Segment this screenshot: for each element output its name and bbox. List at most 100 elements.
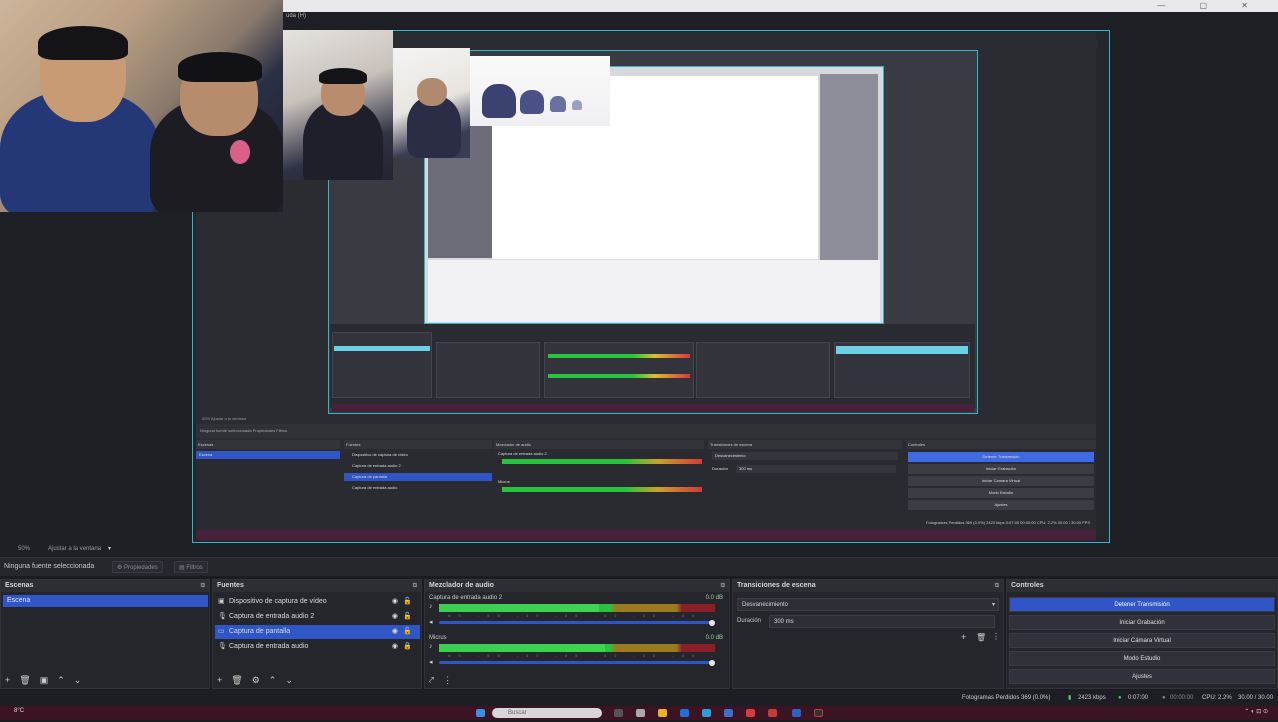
dock-menu-icon[interactable]: ⧉ (995, 580, 999, 592)
nested-source-row: Captura de entrada audio (352, 485, 398, 490)
source-item[interactable]: 🎙 Captura de entrada audio ◉ 🔒 (215, 640, 420, 654)
gear-icon[interactable]: ⚙ (252, 675, 260, 685)
duration-field[interactable]: 300 ms (769, 615, 995, 628)
add-icon[interactable]: + (961, 632, 966, 642)
scene-item[interactable]: Escena (3, 595, 208, 607)
nested-settings: Ajustes (908, 500, 1094, 510)
app-icon[interactable] (724, 709, 733, 717)
chrome-icon[interactable] (746, 709, 755, 717)
system-tray[interactable]: ⌃ ◐ ⊡ ⊙ (1244, 708, 1268, 715)
start-virtual-camera-button[interactable]: Iniciar Cámara Virtual (1009, 633, 1275, 648)
nested-studio-mode: Modo Estudio (908, 488, 1094, 498)
nested-mixer-channel: Micrus (498, 479, 510, 484)
dock-menu-icon[interactable]: ⧉ (201, 580, 205, 592)
unlock-icon[interactable]: 🔓 (403, 610, 412, 624)
unlock-icon[interactable]: 🔓 (403, 625, 412, 639)
speaker-icon[interactable]: ♪ (429, 643, 433, 650)
fit-to-window-button[interactable]: Ajustar a la ventana (48, 543, 101, 555)
folder-icon[interactable] (658, 709, 667, 717)
nested-transition-select: Desvanecimiento (712, 452, 898, 460)
eye-icon[interactable]: ◉ (392, 640, 398, 654)
scenes-header: Escenas ⧉ (1, 580, 209, 592)
source-item[interactable]: ▣ Dispositivo de captura de vídeo ◉ 🔓 (215, 595, 420, 609)
scenes-title: Escenas (5, 582, 34, 589)
mute-icon[interactable]: ◂ (429, 618, 433, 626)
transition-select[interactable]: Desvanecimiento ▾ (737, 598, 999, 611)
file-icon[interactable] (636, 709, 645, 717)
volume-meter (439, 644, 715, 652)
duration-label: Duración (737, 618, 762, 624)
source-item[interactable]: 🎙 Captura de entrada audio 2 ◉ 🔓 (215, 610, 420, 624)
chevron-down-icon[interactable]: ▾ (108, 543, 111, 555)
store-icon[interactable] (680, 709, 689, 717)
word-icon[interactable] (792, 709, 801, 717)
source-label: Captura de entrada audio 2 (229, 613, 315, 620)
edge-icon[interactable] (702, 709, 711, 717)
settings-button[interactable]: Ajustes (1009, 669, 1275, 684)
unlock-icon[interactable]: 🔓 (403, 595, 412, 609)
more-icon[interactable]: ⋮ (992, 632, 1000, 641)
volume-slider[interactable] (439, 659, 715, 666)
window-title: uda (H) (286, 13, 307, 19)
windows-taskbar: 8°C Buscar ⌃ ◐ ⊡ ⊙ (0, 706, 1278, 720)
windows-start-icon[interactable] (476, 709, 485, 717)
nested-status-bar: Fotogramas Perdidos 369 (0.0%) 2423 kbps… (926, 520, 1090, 525)
add-icon[interactable]: + (5, 675, 10, 685)
eye-icon[interactable]: ◉ (392, 625, 398, 639)
link-icon[interactable]: ⤤ (429, 675, 434, 685)
add-icon[interactable]: + (217, 675, 222, 685)
nested-source-row: Captura de entrada audio 2 (352, 463, 401, 468)
source-item-selected[interactable]: ▭ Captura de pantalla ◉ 🔓 (215, 625, 420, 639)
nested-side-region (820, 74, 878, 260)
chevron-up-icon[interactable]: ⌃ (269, 675, 277, 685)
nested-properties-bar: Ninguna fuente seleccionada Propiedades … (196, 424, 1096, 438)
taskbar-search[interactable]: Buscar (492, 708, 602, 718)
trash-icon[interactable]: 🗑 (231, 675, 242, 685)
properties-button[interactable]: ⚙ Propiedades (112, 561, 163, 573)
lock-icon[interactable]: 🔒 (403, 640, 412, 654)
nested-docks-level2 (330, 324, 975, 408)
nested-controls-header: Controles (906, 440, 1096, 449)
speaker-icon[interactable]: ♪ (429, 603, 433, 610)
window-controls[interactable]: — ▢ ✕ (1157, 1, 1264, 10)
webcam-recursive-1 (283, 30, 393, 180)
transitions-title: Transiciones de escena (737, 582, 816, 589)
chevron-up-icon[interactable]: ⌃ (57, 675, 65, 685)
source-label: Captura de entrada audio (229, 643, 309, 650)
eye-icon[interactable]: ◉ (392, 595, 398, 609)
nested-source-row: Captura de pantalla (344, 473, 492, 481)
volume-slider-handle[interactable] (709, 659, 715, 666)
weather-widget[interactable]: 8°C (14, 708, 24, 714)
volume-slider-handle[interactable] (709, 619, 715, 626)
stop-streaming-button[interactable]: Detener Transmisión (1009, 597, 1275, 612)
chevron-down-icon[interactable]: ⌄ (74, 675, 82, 685)
nested-toolbar: 50% Ajustar a la ventana (196, 414, 1096, 424)
start-recording-button[interactable]: Iniciar Grabación (1009, 615, 1275, 630)
task-view-icon[interactable] (614, 709, 623, 717)
dock-menu-icon[interactable]: ⧉ (721, 580, 725, 592)
eye-icon[interactable]: ◉ (392, 610, 398, 624)
gear-icon: ⚙ (117, 565, 125, 571)
nested-mixer-channel: Captura de entrada audio 2 (498, 451, 547, 456)
trash-icon[interactable]: 🗑 (976, 633, 986, 642)
mixer-channel-db: 0.0 dB (705, 595, 723, 601)
mute-icon[interactable]: ◂ (429, 658, 433, 666)
volume-slider[interactable] (439, 619, 715, 626)
webcam-video-feed (0, 0, 283, 212)
monitor-icon: ▭ (218, 628, 225, 635)
obs-icon[interactable] (814, 709, 823, 717)
nested-taskbar (196, 530, 1096, 540)
studio-mode-button[interactable]: Modo Estudio (1009, 651, 1275, 666)
trash-icon[interactable]: 🗑 (19, 675, 30, 685)
filters-button[interactable]: ▤ Filtros (174, 561, 208, 573)
chevron-down-icon: ▾ (991, 602, 995, 608)
controls-title: Controles (1011, 582, 1044, 589)
zoom-level[interactable]: 50% (18, 543, 30, 555)
more-icon[interactable]: ⋮ (443, 675, 452, 685)
chevron-down-icon[interactable]: ⌄ (285, 675, 293, 685)
filter-icon[interactable]: ▣ (40, 675, 49, 685)
status-bar: Fotogramas Perdidos 369 (0.0%) ▮ 2423 kb… (0, 690, 1278, 717)
mixer-footer: ⤤ ⋮ (425, 672, 729, 688)
dock-menu-icon[interactable]: ⧉ (413, 580, 417, 592)
opera-icon[interactable] (768, 709, 777, 717)
